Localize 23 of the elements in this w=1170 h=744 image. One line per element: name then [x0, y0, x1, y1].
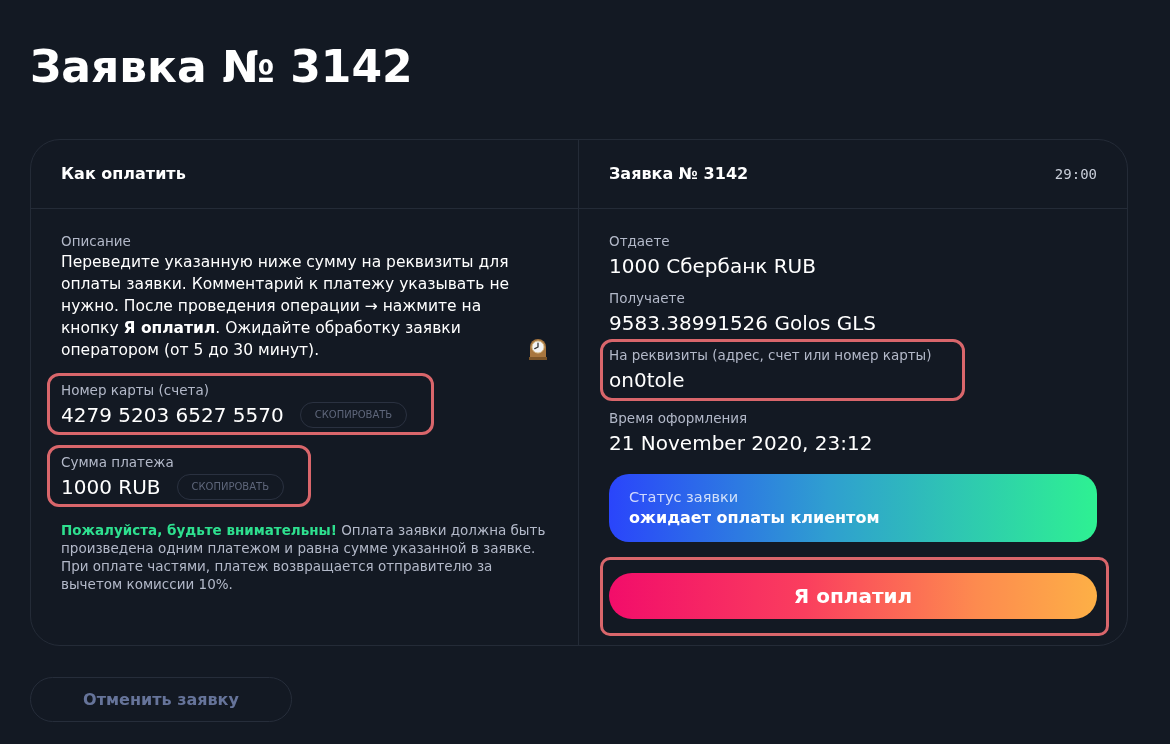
description-label: Описание: [61, 232, 132, 251]
warning-text: Пожалуйста, будьте внимательны! Оплата заявки должна быть произведена одним платежом и равна сумме указанной в заявке. При оплате частями, платеж возвращается отправителю за вычетом комиссии 10%.: [61, 521, 547, 593]
status-value: ожидает оплаты клиентом: [629, 507, 881, 529]
status-label: Статус заявки: [629, 488, 740, 507]
detail-label: Получаете: [609, 289, 686, 308]
panel-title: Заявка № 3142: [609, 164, 749, 184]
countdown-timer: 29:00: [1054, 164, 1097, 184]
paid-button[interactable]: Я оплатил: [609, 573, 1097, 619]
field-label: Номер карты (счета): [61, 381, 210, 400]
detail-label: Отдаете: [609, 232, 671, 251]
field-value: 1000 RUB: [61, 474, 161, 501]
detail-label: Время оформления: [609, 409, 749, 428]
detail-value: on0tole: [609, 367, 686, 394]
field-label: Сумма платежа: [61, 453, 175, 472]
page-title: Заявка № 3142: [30, 40, 414, 94]
detail-value: 9583.38991526 Golos GLS: [609, 310, 878, 337]
detail-value: 21 November 2020, 23:12: [609, 430, 874, 457]
detail-label: На реквизиты (адрес, счет или номер карты): [609, 346, 932, 365]
field-value: 4279 5203 6527 5570: [61, 402, 284, 429]
description-text: Переведите указанную ниже сумму на реквизиты для оплаты заявки. Комментарий к платежу указывать не нужно. После проведения операции → нажмите на кнопку Я оплатил. Ожидайте обработку заявки оператором (от 5 до 30 минут).: [61, 252, 511, 361]
clock-icon: [528, 338, 548, 360]
panel-title: Как оплатить: [61, 164, 186, 184]
detail-value: 1000 Сбербанк RUB: [609, 253, 817, 280]
